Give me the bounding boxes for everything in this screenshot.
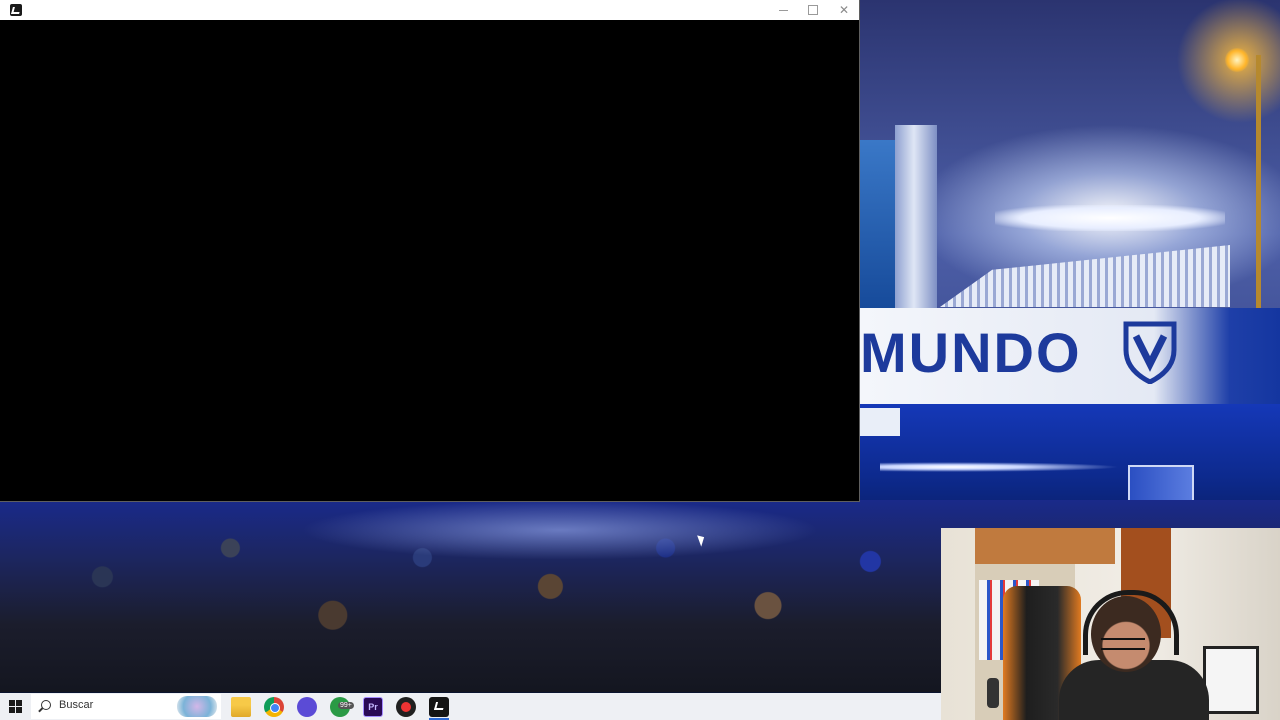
webcam-overlay <box>941 528 1280 720</box>
wall-light-strip <box>880 462 1120 472</box>
window-titlebar[interactable]: ✕ <box>0 0 859 20</box>
app-logo-icon[interactable] <box>429 697 449 717</box>
floodlight-glow <box>995 205 1225 231</box>
crowd-light-glow <box>300 500 820 560</box>
minimize-button[interactable] <box>768 0 798 20</box>
file-explorer-icon[interactable] <box>231 697 251 717</box>
app-window[interactable]: ✕ <box>0 0 859 501</box>
close-icon: ✕ <box>838 3 850 17</box>
search-placeholder: Buscar <box>59 699 94 711</box>
framed-jersey <box>1203 646 1259 714</box>
light-pole <box>1256 55 1261 310</box>
search-icon <box>41 700 51 710</box>
close-button[interactable]: ✕ <box>829 0 859 20</box>
chrome-icon[interactable] <box>264 697 284 717</box>
screen-recorder-icon[interactable] <box>396 697 416 717</box>
maximize-icon <box>808 5 818 15</box>
wall-cabinet <box>975 528 1115 564</box>
club-crest-icon <box>1123 321 1177 384</box>
stadium-lamp <box>1225 48 1249 72</box>
windows-start-icon[interactable] <box>9 700 23 714</box>
figurine <box>987 678 999 708</box>
maximize-button[interactable] <box>798 0 828 20</box>
banner-text: MUNDO <box>860 321 1082 384</box>
taskbar-search-box[interactable]: Buscar <box>31 694 221 719</box>
stadium-glass-facade <box>860 140 900 310</box>
search-highlight-icon[interactable] <box>177 696 217 717</box>
wall-sign <box>860 408 900 436</box>
app-logo-icon <box>10 4 22 16</box>
messenger-icon[interactable] <box>297 697 317 717</box>
premiere-pro-icon[interactable]: Pr <box>363 697 383 717</box>
notification-badge: 99+ <box>338 702 354 709</box>
minimize-icon <box>778 9 788 11</box>
window-content-area[interactable] <box>0 20 859 501</box>
glasses <box>1101 638 1145 650</box>
stadium-pillar <box>895 125 937 310</box>
